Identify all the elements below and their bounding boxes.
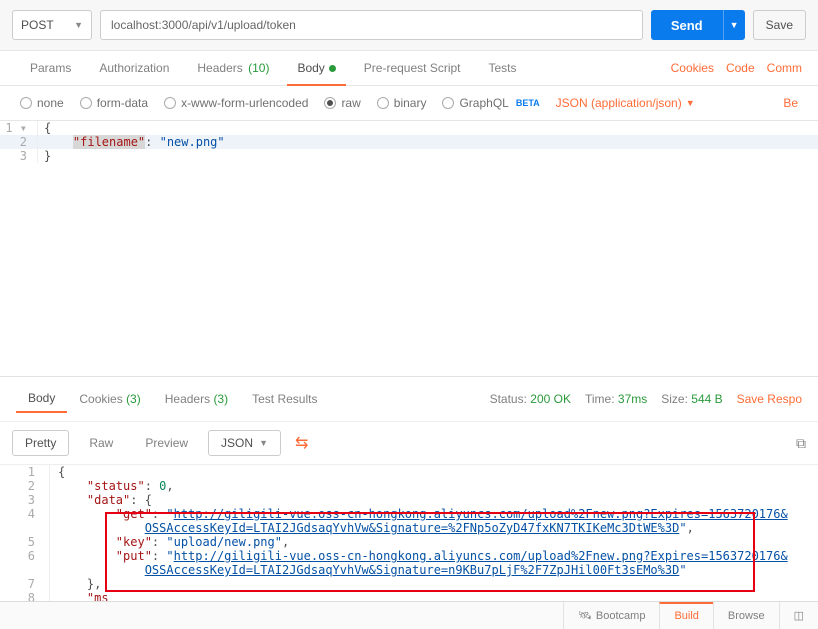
comments-link[interactable]: Comm: [767, 61, 802, 75]
http-method-select[interactable]: POST ▼: [12, 10, 92, 40]
tab-headers[interactable]: Headers (10): [183, 51, 283, 85]
cookies-link[interactable]: Cookies: [671, 61, 714, 75]
tab-prerequest[interactable]: Pre-request Script: [350, 51, 475, 85]
tab-authorization[interactable]: Authorization: [85, 51, 183, 85]
save-button[interactable]: Save: [753, 10, 806, 40]
radio-icon: [80, 97, 92, 109]
footer-panes-icon[interactable]: ◫: [779, 602, 818, 629]
save-response-button[interactable]: Save Respo: [737, 392, 802, 406]
chevron-down-icon: ▼: [686, 98, 695, 108]
copy-icon[interactable]: ⧉: [796, 435, 806, 452]
url-input[interactable]: [100, 10, 643, 40]
radio-graphql[interactable]: GraphQLBETA: [442, 96, 539, 110]
footer-browse[interactable]: Browse: [713, 602, 779, 629]
footer-build[interactable]: Build: [659, 602, 712, 629]
footer-bootcamp[interactable]: 🛰Bootcamp: [563, 602, 660, 629]
resp-format-select[interactable]: JSON▼: [208, 430, 281, 456]
chevron-down-icon: ▼: [730, 20, 739, 30]
tab-tests[interactable]: Tests: [475, 51, 531, 85]
radio-none[interactable]: none: [20, 96, 64, 110]
radio-icon: [442, 97, 454, 109]
radio-icon: [164, 97, 176, 109]
radio-icon: [324, 97, 336, 109]
chevron-down-icon: ▼: [74, 20, 83, 30]
code-link[interactable]: Code: [726, 61, 755, 75]
response-body-editor[interactable]: 1{ 2 "status": 0, 3 "data": { 4 "get": "…: [0, 465, 818, 605]
request-body-editor[interactable]: 1 ▾{ 2 "filename": "new.png" 3}: [0, 121, 818, 376]
content-type-select[interactable]: JSON (application/json) ▼: [556, 96, 695, 110]
wrap-lines-icon[interactable]: ⇆: [289, 433, 314, 453]
trailing-link[interactable]: Be: [783, 96, 798, 110]
radio-form-data[interactable]: form-data: [80, 96, 148, 110]
raw-button[interactable]: Raw: [77, 431, 125, 455]
tab-params[interactable]: Params: [16, 51, 85, 85]
radio-icon: [377, 97, 389, 109]
preview-button[interactable]: Preview: [133, 431, 200, 455]
pretty-button[interactable]: Pretty: [12, 430, 69, 456]
radio-binary[interactable]: binary: [377, 96, 427, 110]
send-dropdown-button[interactable]: ▼: [723, 10, 745, 40]
resp-tab-headers[interactable]: Headers (3): [153, 386, 240, 412]
chevron-down-icon: ▼: [259, 438, 268, 448]
send-button[interactable]: Send: [651, 10, 723, 40]
radio-x-www[interactable]: x-www-form-urlencoded: [164, 96, 308, 110]
resp-tab-body[interactable]: Body: [16, 385, 67, 413]
radio-raw[interactable]: raw: [324, 96, 360, 110]
satellite-icon: 🛰: [578, 609, 592, 622]
radio-icon: [20, 97, 32, 109]
resp-tab-cookies[interactable]: Cookies (3): [67, 386, 152, 412]
resp-tab-tests[interactable]: Test Results: [240, 386, 329, 412]
tab-body[interactable]: Body: [283, 51, 349, 85]
http-method-value: POST: [21, 18, 54, 32]
modified-dot-icon: [329, 65, 336, 72]
